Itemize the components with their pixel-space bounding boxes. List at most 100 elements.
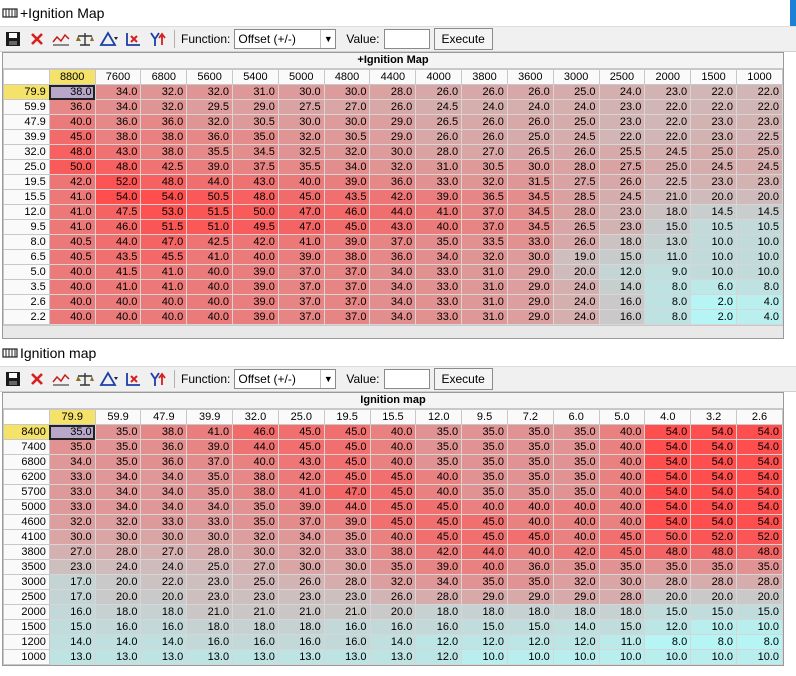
delete-icon[interactable] [26,369,48,389]
map-cell[interactable]: 32.0 [369,159,417,175]
map-cell[interactable]: 10.0 [736,649,783,665]
map-cell[interactable]: 45.0 [323,469,371,485]
map-cell[interactable]: 28.0 [415,144,463,160]
map-cell[interactable]: 35.0 [552,559,600,575]
map-cell[interactable]: 18.0 [277,619,325,635]
map-cell[interactable]: 30.0 [506,159,554,175]
row-header[interactable]: 8400 [3,424,50,440]
map-cell[interactable]: 34.0 [369,309,417,325]
map-cell[interactable]: 54.0 [690,514,738,530]
map-cell[interactable]: 33.0 [415,294,463,310]
map-cell[interactable]: 37.0 [461,204,508,220]
map-cell[interactable]: 35.0 [94,439,142,455]
row-header[interactable]: 6800 [3,454,50,470]
column-header[interactable]: 4800 [323,69,371,85]
map-cell[interactable]: 12.0 [506,634,554,650]
map-cell[interactable]: 23.0 [598,204,646,220]
map-cell[interactable]: 14.5 [735,204,784,220]
map-cell[interactable]: 40.0 [232,249,279,265]
map-cell[interactable]: 22.0 [690,99,737,115]
map-cell[interactable]: 45.0 [598,529,646,545]
map-cell[interactable]: 10.0 [690,619,738,635]
map-cell[interactable]: 29.0 [369,114,417,130]
map-cell[interactable]: 51.5 [140,219,188,235]
save-icon[interactable] [2,369,24,389]
map-cell[interactable]: 54.0 [736,439,783,455]
map-cell[interactable]: 46.0 [94,219,142,235]
map-cell[interactable]: 40.0 [140,294,188,310]
map-cell[interactable]: 44.0 [461,544,508,560]
map-cell[interactable]: 26.0 [598,174,646,190]
map-cell[interactable]: 45.0 [323,424,371,440]
map-cell[interactable]: 45.0 [598,544,646,560]
map-cell[interactable]: 29.0 [232,99,279,115]
column-header[interactable]: 5000 [277,69,325,85]
map-cell[interactable]: 20.0 [552,264,600,280]
map-cell[interactable]: 54.0 [644,424,692,440]
column-header[interactable]: 3.2 [690,409,738,425]
map-cell[interactable]: 38.0 [232,469,279,485]
map-cell[interactable]: 54.0 [94,189,142,205]
map-cell[interactable]: 48.0 [690,544,738,560]
map-cell[interactable]: 39.0 [232,309,279,325]
map-cell[interactable]: 14.5 [690,204,737,220]
map-cell[interactable]: 20.0 [735,189,784,205]
map-cell[interactable]: 35.0 [186,469,234,485]
map-cell[interactable]: 35.0 [232,129,279,145]
map-cell[interactable]: 28.0 [690,574,738,590]
map-cell[interactable]: 33.0 [48,469,96,485]
map-cell[interactable]: 54.0 [644,484,692,500]
map-cell[interactable]: 33.0 [140,514,188,530]
map-cell[interactable]: 43.0 [94,144,142,160]
map-cell[interactable]: 26.0 [506,84,554,100]
map-cell[interactable]: 40.0 [415,484,463,500]
delete-icon[interactable] [26,29,48,49]
map-cell[interactable]: 24.0 [552,294,600,310]
map-cell[interactable]: 23.0 [598,99,646,115]
map-cell[interactable]: 40.0 [48,279,96,295]
graph-icon[interactable] [50,29,72,49]
map-cell[interactable]: 12.0 [598,264,646,280]
map-cell[interactable]: 29.0 [461,589,508,605]
map-cell[interactable]: 33.5 [461,234,508,250]
map-cell[interactable]: 40.0 [277,174,325,190]
map-cell[interactable]: 13.0 [140,649,188,665]
axis-icon[interactable] [122,369,144,389]
map-cell[interactable]: 39.0 [232,294,279,310]
map-cell[interactable]: 41.0 [140,279,188,295]
map-cell[interactable]: 25.0 [186,559,234,575]
map-cell[interactable]: 43.0 [369,219,417,235]
map-cell[interactable]: 32.0 [232,529,279,545]
map-cell[interactable]: 23.0 [690,174,737,190]
map-cell[interactable]: 54.0 [140,189,188,205]
map-cell[interactable]: 45.0 [277,424,325,440]
map-cell[interactable]: 10.5 [690,219,737,235]
map-cell[interactable]: 31.0 [461,264,508,280]
map-cell[interactable]: 28.0 [644,574,692,590]
map-cell[interactable]: 40.0 [598,454,646,470]
map-cell[interactable]: 15.0 [506,619,554,635]
map-cell[interactable]: 31.5 [506,174,554,190]
row-header[interactable]: 1000 [3,649,50,665]
map-cell[interactable]: 26.5 [415,114,463,130]
row-header[interactable]: 1500 [3,619,50,635]
map-cell[interactable]: 34.0 [94,499,142,515]
map-cell[interactable]: 34.0 [415,574,463,590]
map-cell[interactable]: 18.0 [506,604,554,620]
fill-icon[interactable] [146,369,168,389]
map-cell[interactable]: 34.0 [186,499,234,515]
map-cell[interactable]: 33.0 [415,309,463,325]
map-cell[interactable]: 16.0 [323,634,371,650]
map-cell[interactable]: 54.0 [644,469,692,485]
map-cell[interactable]: 34.0 [94,484,142,500]
column-header[interactable]: 7.2 [506,409,554,425]
map-cell[interactable]: 15.0 [644,604,692,620]
map-cell[interactable]: 32.0 [461,174,508,190]
row-header[interactable]: 79.9 [3,84,50,100]
map-cell[interactable]: 16.0 [415,619,463,635]
map-cell[interactable]: 33.0 [48,484,96,500]
map-cell[interactable]: 39.0 [232,279,279,295]
map-cell[interactable]: 42.0 [48,174,96,190]
map-cell[interactable]: 30.0 [277,559,325,575]
map-cell[interactable]: 35.0 [461,454,508,470]
